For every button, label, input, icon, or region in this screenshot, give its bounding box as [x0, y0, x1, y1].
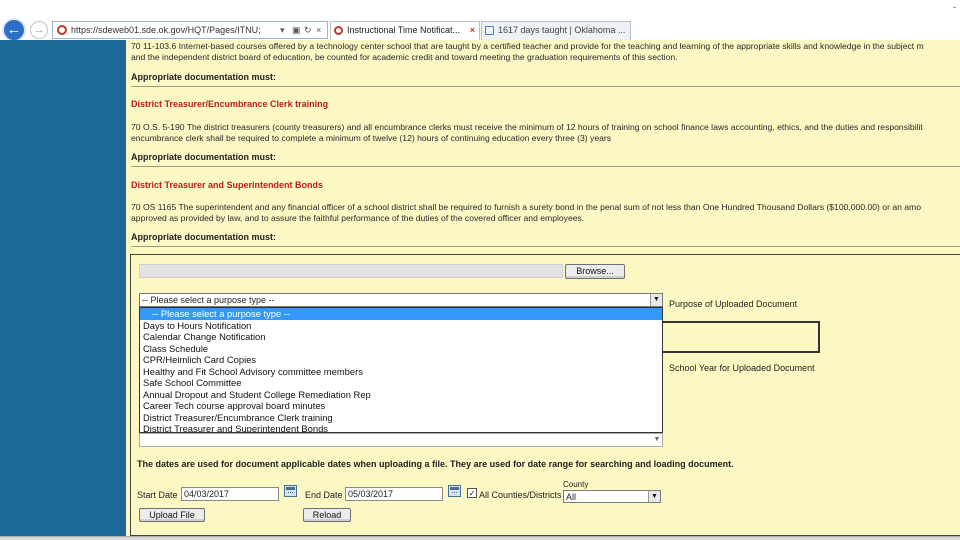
- file-path-field[interactable]: [139, 264, 563, 278]
- start-date-input[interactable]: 04/03/2017: [181, 487, 279, 501]
- purpose-option[interactable]: District Treasurer and Superintendent Bo…: [140, 423, 662, 432]
- dropdown-arrow-icon[interactable]: ▼: [648, 491, 660, 502]
- dates-note: The dates are used for document applicab…: [137, 459, 734, 469]
- browser-chrome: ← → https://sdeweb01.sde.ok.gov/HQT/Page…: [0, 0, 960, 42]
- purpose-option[interactable]: Career Tech course approval board minute…: [140, 400, 662, 412]
- window-minimize[interactable]: -: [953, 2, 956, 12]
- divider: [131, 86, 960, 87]
- all-counties-checkbox[interactable]: ✓: [467, 488, 477, 498]
- left-sidebar: [0, 40, 126, 536]
- documentation-label: Appropriate documentation must:: [131, 152, 277, 162]
- address-bar[interactable]: https://sdeweb01.sde.ok.gov/HQT/Pages/IT…: [52, 21, 328, 39]
- purpose-option[interactable]: Safe School Committee: [140, 377, 662, 389]
- refresh-icon[interactable]: ↻: [304, 25, 312, 36]
- section-text-line: 70 O.S. 5-190 The district treasurers (c…: [131, 122, 923, 132]
- reload-button[interactable]: Reload: [303, 508, 351, 522]
- purpose-option[interactable]: Healthy and Fit School Advisory committe…: [140, 366, 662, 378]
- section-text-line: 70 11-103.6 Internet-based courses offer…: [131, 41, 924, 51]
- status-bar: [0, 536, 960, 540]
- section-text-line: approved as provided by law, and to assu…: [131, 213, 585, 223]
- county-select[interactable]: All ▼: [563, 490, 661, 503]
- documentation-label: Appropriate documentation must:: [131, 72, 277, 82]
- section-heading: District Treasurer/Encumbrance Clerk tra…: [131, 99, 329, 109]
- calendar-icon[interactable]: [284, 485, 297, 497]
- purpose-dropdown-list[interactable]: -- Please select a purpose type -- Days …: [139, 307, 663, 433]
- county-value: All: [566, 492, 577, 502]
- close-icon[interactable]: ×: [470, 22, 475, 39]
- upload-form: Browse... -- Please select a purpose typ…: [130, 254, 960, 536]
- calendar-icon[interactable]: [448, 485, 461, 497]
- purpose-option[interactable]: Annual Dropout and Student College Remed…: [140, 389, 662, 401]
- tab-days-taught[interactable]: 1617 days taught | Oklahoma ...: [481, 21, 631, 40]
- school-year-label: School Year for Uploaded Document: [669, 363, 815, 373]
- main-content: 70 11-103.6 Internet-based courses offer…: [126, 40, 960, 536]
- purpose-selected-value: -- Please select a purpose type --: [142, 295, 275, 305]
- tab-title: 1617 days taught | Oklahoma ...: [498, 25, 626, 35]
- dropdown-arrow-icon[interactable]: ▼: [650, 294, 662, 306]
- school-year-box: [657, 321, 820, 353]
- start-date-label: Start Date: [137, 490, 178, 500]
- all-counties-label: All Counties/Districts: [479, 490, 562, 500]
- purpose-option[interactable]: -- Please select a purpose type --: [140, 308, 662, 320]
- section-text-line: 70 OS 1165 The superintendent and any fi…: [131, 202, 921, 212]
- purpose-option[interactable]: Class Schedule: [140, 343, 662, 355]
- search-dropdown-icon[interactable]: ▾: [280, 25, 285, 36]
- purpose-label: Purpose of Uploaded Document: [669, 299, 798, 309]
- upload-file-button[interactable]: Upload File: [139, 508, 205, 522]
- divider: [131, 246, 960, 247]
- lock-icon: ▣: [292, 25, 301, 35]
- documentation-label: Appropriate documentation must:: [131, 232, 277, 242]
- description-field[interactable]: ▼: [139, 433, 663, 447]
- tab-page-icon: [485, 26, 494, 35]
- purpose-option[interactable]: Days to Hours Notification: [140, 320, 662, 332]
- favicon-icon: [57, 25, 67, 35]
- section-heading: District Treasurer and Superintendent Bo…: [131, 180, 324, 190]
- tab-favicon-icon: [334, 26, 343, 35]
- purpose-select[interactable]: -- Please select a purpose type -- ▼: [139, 293, 663, 307]
- purpose-option[interactable]: District Treasurer/Encumbrance Clerk tra…: [140, 412, 662, 424]
- end-date-input[interactable]: 05/03/2017: [345, 487, 443, 501]
- purpose-option[interactable]: Calendar Change Notification: [140, 331, 662, 343]
- back-arrow-icon[interactable]: ←: [2, 18, 26, 42]
- end-date-label: End Date: [305, 490, 343, 500]
- section-text-line: and the independent district board of ed…: [131, 52, 678, 62]
- stop-icon[interactable]: ×: [316, 25, 321, 35]
- url-text: https://sdeweb01.sde.ok.gov/HQT/Pages/IT…: [71, 25, 261, 35]
- forward-icon[interactable]: →: [30, 21, 48, 39]
- county-label: County: [563, 480, 589, 489]
- section-text-line: encumbrance clerk shall be required to c…: [131, 133, 612, 143]
- tab-title: Instructional Time Notificat...: [347, 25, 461, 35]
- purpose-option[interactable]: CPR/Heimlich Card Copies: [140, 354, 662, 366]
- tab-instructional-time[interactable]: Instructional Time Notificat... ×: [330, 21, 480, 40]
- divider: [131, 166, 960, 167]
- scroll-down-icon[interactable]: ▼: [652, 434, 662, 446]
- browse-button[interactable]: Browse...: [565, 264, 625, 279]
